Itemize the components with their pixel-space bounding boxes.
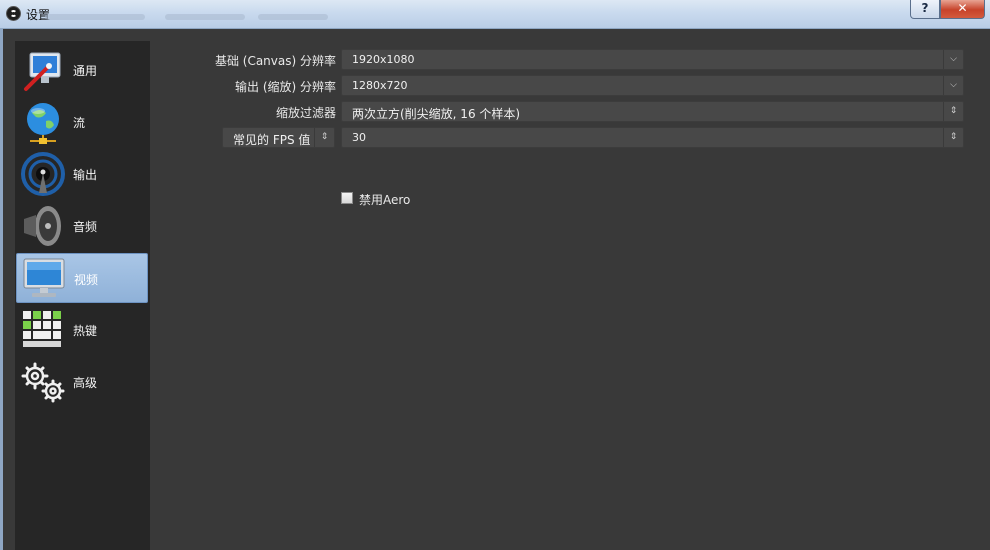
sidebar-item-stream[interactable]: 流 [16, 97, 148, 147]
downscale-filter-value: 两次立方(削尖缩放, 16 个样本) [352, 107, 521, 121]
display-monitor-icon [23, 258, 65, 297]
sidebar-item-label: 视频 [74, 273, 99, 287]
output-resolution-value: 1280x720 [352, 79, 408, 92]
output-resolution-label: 输出 (缩放) 分辨率 [235, 80, 336, 94]
output-resolution-combo[interactable]: 1280x720 ⌵ [341, 75, 964, 96]
disable-aero-label: 禁用Aero [359, 193, 411, 207]
help-button[interactable]: ? [910, 0, 940, 19]
broadcast-dish-icon [21, 152, 65, 196]
sidebar-item-label: 高级 [73, 376, 98, 390]
chevron-down-icon: ⌵ [943, 76, 963, 95]
obs-logo-icon [6, 6, 21, 21]
fps-value: 30 [352, 131, 366, 144]
sidebar-item-general[interactable]: 通用 [16, 45, 148, 95]
sidebar-item-label: 通用 [73, 64, 98, 78]
base-resolution-label: 基础 (Canvas) 分辨率 [214, 54, 336, 68]
sidebar-item-label: 热键 [73, 324, 98, 338]
close-button[interactable]: ✕ [940, 0, 985, 19]
sidebar-item-advanced[interactable]: 高级 [16, 357, 148, 407]
settings-sidebar: 通用 流 输出 音频 视频 热键 高级 [15, 41, 150, 550]
downscale-filter-combo[interactable]: 两次立方(削尖缩放, 16 个样本) ⇕ [341, 101, 964, 122]
fps-value-combo[interactable]: 30 ⇕ [341, 127, 964, 148]
blurred-background-text [45, 14, 145, 20]
disable-aero-checkbox[interactable] [341, 192, 353, 204]
window-frame-edge [0, 29, 3, 550]
sidebar-item-output[interactable]: 输出 [16, 149, 148, 199]
sidebar-item-hotkeys[interactable]: 热键 [16, 305, 148, 355]
keyboard-icon [23, 311, 61, 347]
speaker-icon [24, 206, 61, 246]
globe-network-icon [27, 103, 59, 144]
sidebar-item-label: 音频 [73, 220, 98, 234]
fps-type-value: 常见的 FPS 值 [233, 133, 311, 147]
downscale-filter-label: 缩放过滤器 [275, 106, 336, 120]
blurred-background-text [258, 14, 328, 20]
sidebar-item-video[interactable]: 视频 [16, 253, 148, 303]
base-resolution-combo[interactable]: 1920x1080 ⌵ [341, 49, 964, 70]
fps-type-combo[interactable]: 常见的 FPS 值 ⇕ [222, 127, 335, 148]
sidebar-item-audio[interactable]: 音频 [16, 201, 148, 251]
chevron-down-icon: ⌵ [943, 50, 963, 69]
up-down-arrows-icon: ⇕ [314, 128, 334, 147]
window-title-bar[interactable]: 设置 ? ✕ [0, 0, 990, 29]
up-down-arrows-icon: ⇕ [943, 128, 963, 147]
sidebar-item-label: 流 [73, 116, 86, 130]
monitor-wand-icon [24, 52, 61, 91]
base-resolution-value: 1920x1080 [352, 53, 415, 66]
up-down-arrows-icon: ⇕ [943, 102, 963, 121]
blurred-background-text [165, 14, 245, 20]
sidebar-item-label: 输出 [73, 168, 98, 182]
gears-icon [21, 362, 65, 403]
